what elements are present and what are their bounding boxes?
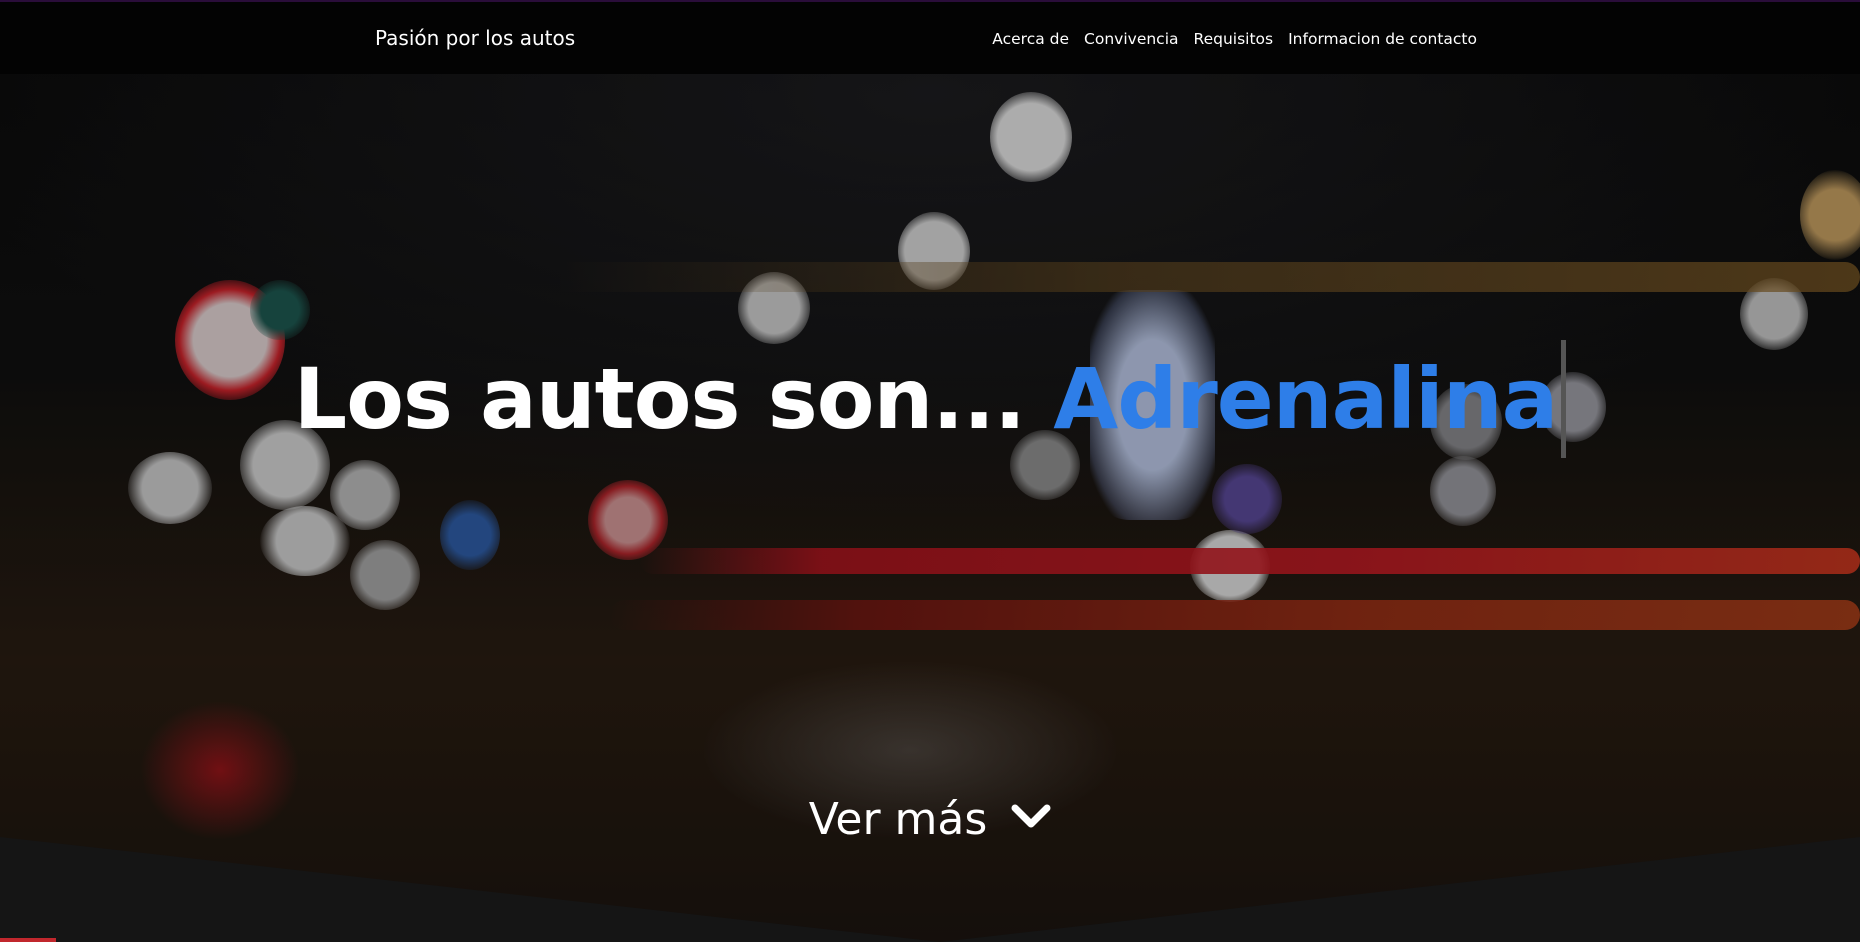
navbar: Pasión por los autos Acerca de Convivenc… <box>0 0 1860 74</box>
chevron-down-icon <box>1011 790 1051 841</box>
nav-link-requisitos[interactable]: Requisitos <box>1194 30 1274 48</box>
headline-typed-word: Adrenalina <box>1053 350 1558 448</box>
typing-cursor <box>1561 340 1567 458</box>
nav-link-convivencia[interactable]: Convivencia <box>1084 30 1178 48</box>
see-more-link[interactable]: Ver más <box>0 790 1860 845</box>
corner-accent <box>0 938 56 942</box>
see-more-label: Ver más <box>808 794 988 845</box>
nav-links: Acerca de Convivencia Requisitos Informa… <box>992 30 1477 48</box>
headline-prefix: Los autos son... <box>293 350 1026 448</box>
brand-link[interactable]: Pasión por los autos <box>375 26 575 50</box>
hero-headline: Los autos son... Adrenalina <box>0 340 1860 458</box>
nav-link-acerca[interactable]: Acerca de <box>992 30 1069 48</box>
nav-link-contacto[interactable]: Informacion de contacto <box>1288 30 1477 48</box>
